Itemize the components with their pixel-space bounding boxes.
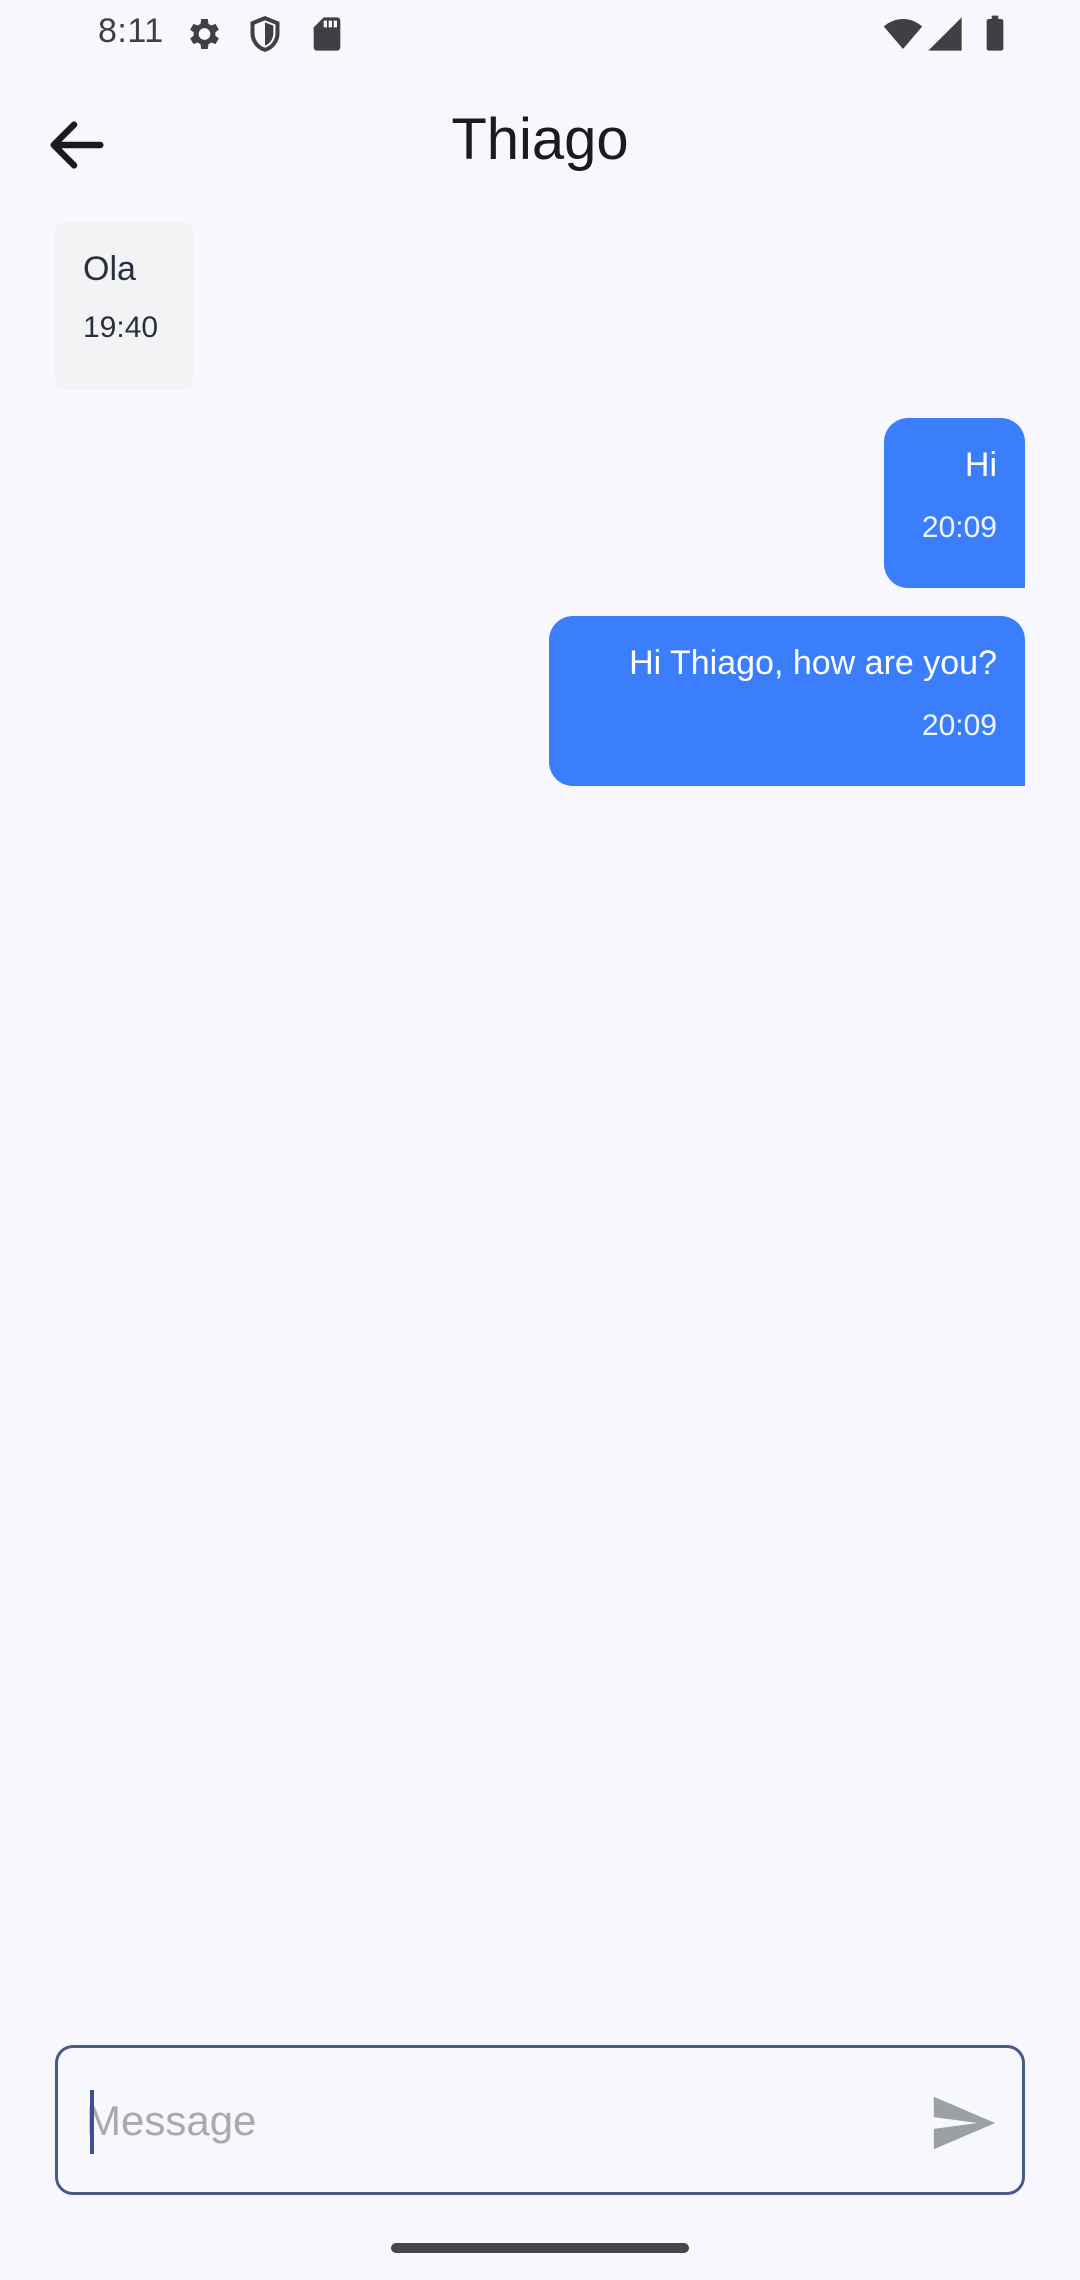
send-icon[interactable] [928,2088,998,2158]
message-text: Ola [83,250,136,288]
message-bubble-outgoing[interactable]: Hi 20:09 [884,418,1025,588]
message-text: Hi Thiago, how are you? [629,644,997,682]
message-bubble-incoming[interactable]: Ola 19:40 [55,222,193,390]
message-composer [55,2045,1025,2195]
settings-icon [190,19,219,49]
message-input[interactable] [86,2078,866,2164]
sd-card-icon [313,17,341,51]
wifi-icon [883,19,923,49]
signal-icon [928,17,962,51]
home-indicator[interactable] [391,2243,689,2253]
text-cursor [90,2090,94,2154]
message-time: 20:09 [921,709,997,742]
message-time: 19:40 [83,311,159,344]
page-title: Thiago [451,107,629,172]
status-bar: 8:11 [0,0,1080,66]
message-text: Hi [964,446,997,484]
battery-icon [986,15,1004,51]
app-bar: Thiago [0,66,1080,216]
shield-icon [250,16,280,52]
message-bubble-outgoing[interactable]: Hi Thiago, how are you? 20:09 [549,616,1025,786]
message-time: 20:09 [921,511,997,544]
status-time: 8:11 [98,12,164,50]
